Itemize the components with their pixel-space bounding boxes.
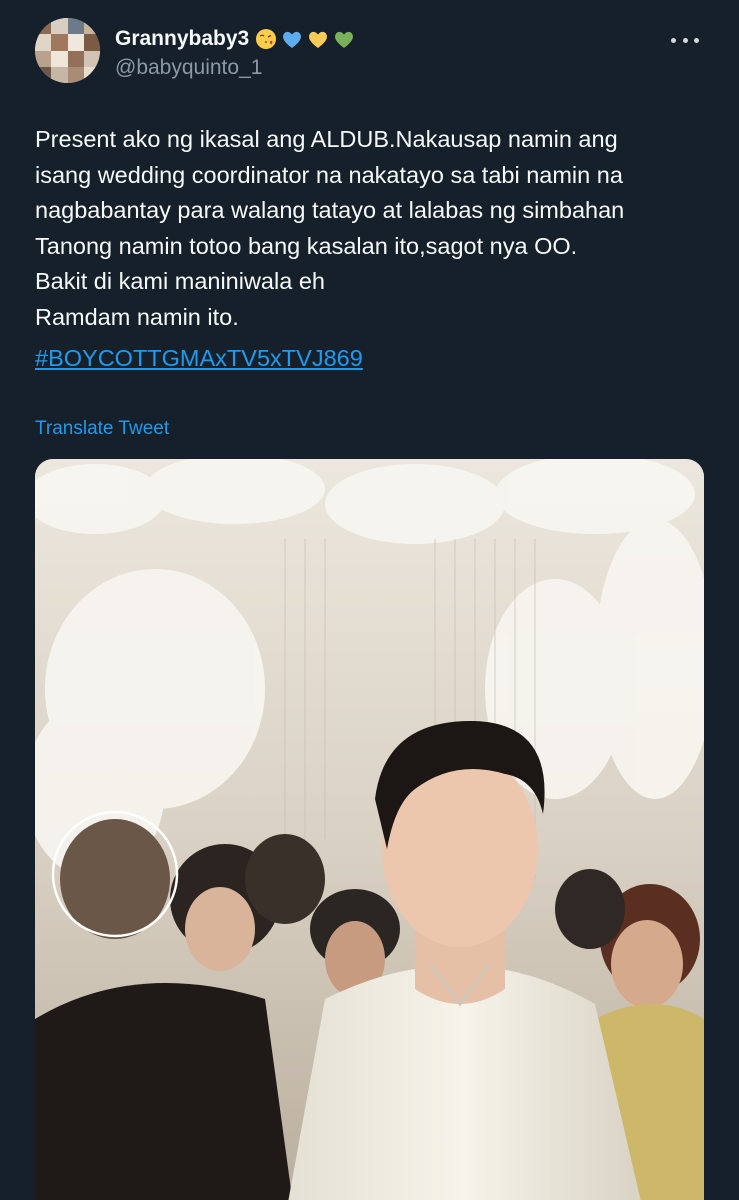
green-heart-emoji bbox=[335, 31, 354, 48]
translate-tweet-link[interactable]: Translate Tweet bbox=[35, 418, 169, 440]
wedding-photo bbox=[35, 459, 704, 1200]
author-handle[interactable]: @babyquinto_1 bbox=[115, 56, 355, 80]
yellow-heart-emoji bbox=[309, 31, 328, 48]
blue-heart-emoji bbox=[283, 31, 302, 48]
tweet-header: Grannybaby3 @babyquinto_1 bbox=[35, 18, 709, 88]
author-names: Grannybaby3 @babyquinto_1 bbox=[115, 24, 355, 80]
more-horizontal-icon[interactable] bbox=[671, 30, 699, 50]
tweet-text: Present ako ng ikasal ang ALDUB.Nakausap… bbox=[35, 126, 625, 330]
tweet-photo[interactable] bbox=[35, 459, 704, 1200]
hashtag-link[interactable]: #BOYCOTTGMAxTV5xTVJ869 bbox=[35, 341, 363, 377]
tweet[interactable]: Grannybaby3 @babyquinto_1 Present ako ng… bbox=[0, 0, 739, 1200]
avatar[interactable] bbox=[35, 18, 100, 83]
face-blowing-kiss-emoji bbox=[256, 29, 277, 49]
display-name[interactable]: Grannybaby3 bbox=[115, 27, 249, 51]
name-emojis bbox=[255, 28, 355, 50]
